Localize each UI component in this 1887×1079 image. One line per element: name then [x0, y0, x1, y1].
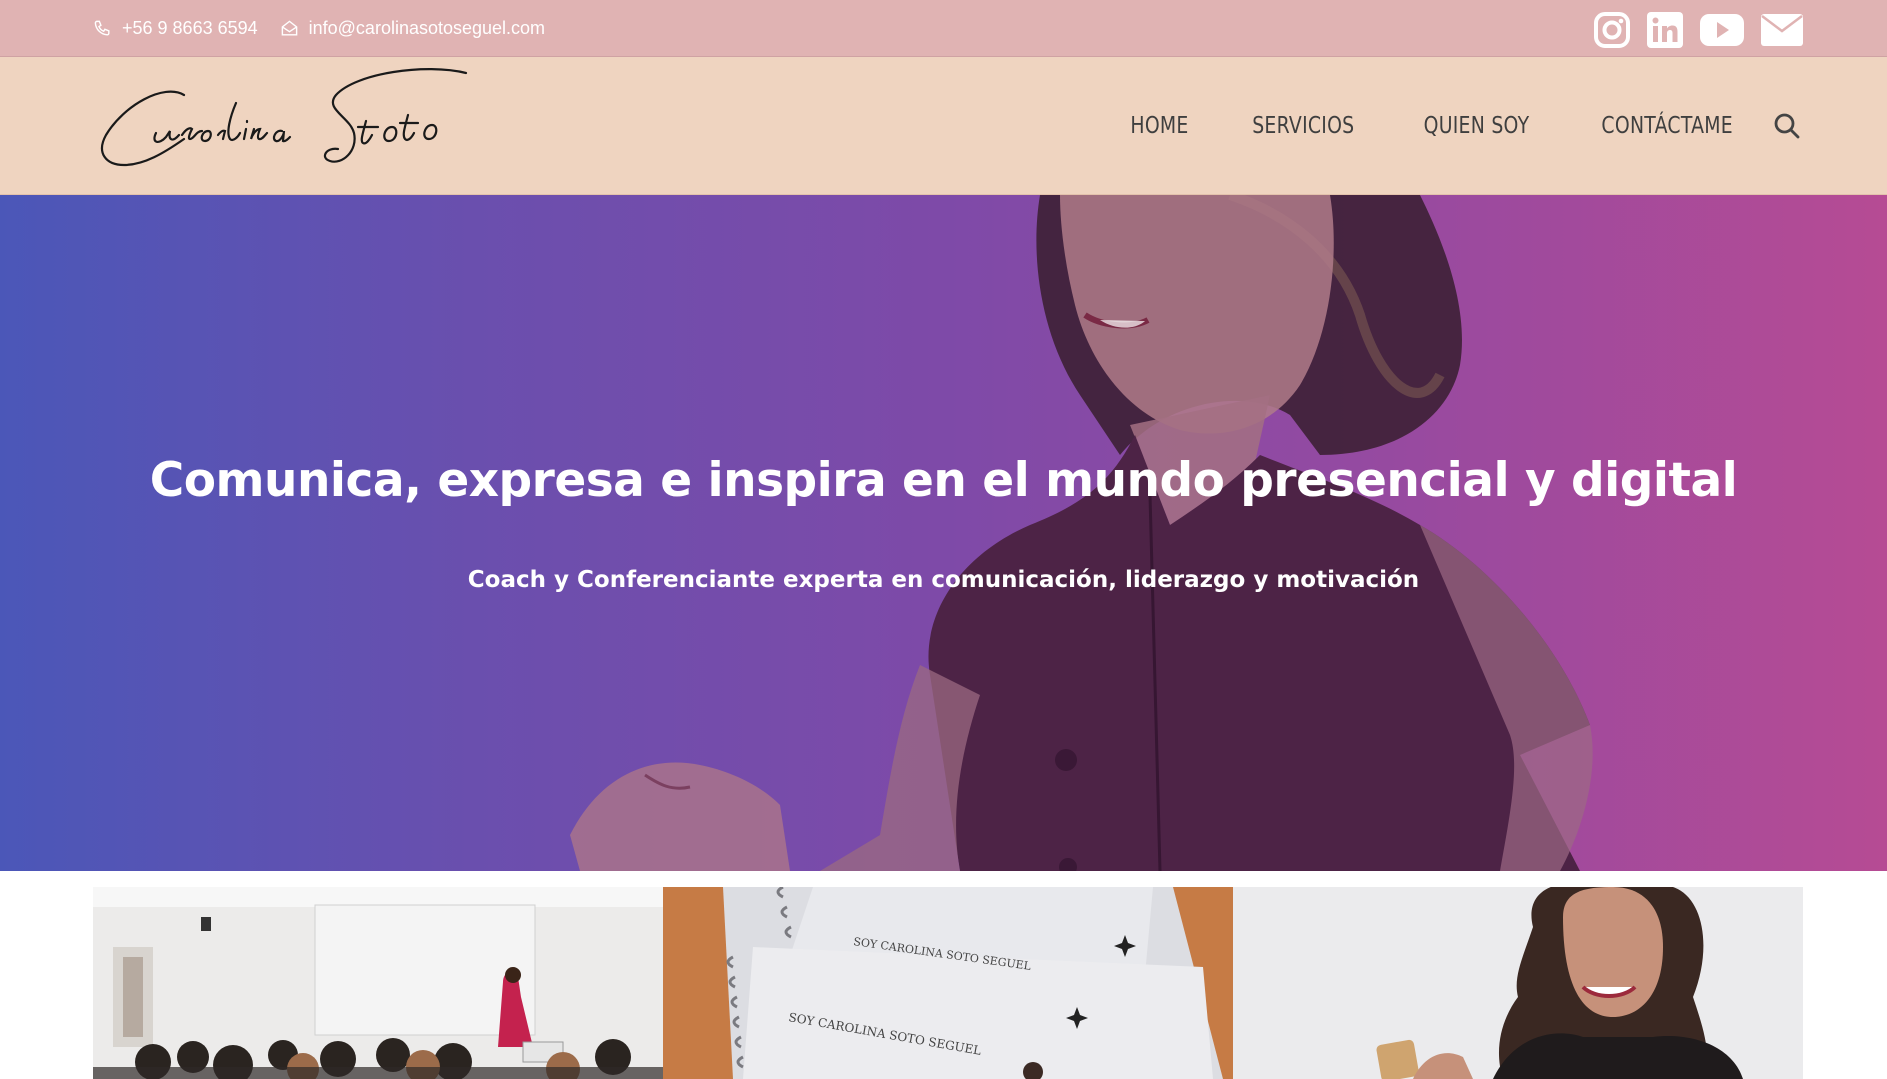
youtube-icon[interactable] — [1700, 14, 1744, 51]
email-link[interactable]: info@carolinasotoseguel.com — [280, 18, 545, 39]
nav-servicios[interactable]: SERVICIOS — [1252, 113, 1354, 139]
phone-link[interactable]: +56 9 8663 6594 — [93, 18, 258, 39]
phone-number: +56 9 8663 6594 — [122, 18, 258, 38]
hero-title: Comunica, expresa e inspira en el mundo … — [149, 453, 1738, 508]
contact-info: +56 9 8663 6594 info@carolinasotoseguel.… — [93, 0, 545, 57]
feature-cards: SOY CAROLINA SOTO SEGUEL SOY CAROLINA SO… — [93, 887, 1803, 1079]
notebook-photo: SOY CAROLINA SOTO SEGUEL SOY CAROLINA SO… — [663, 887, 1233, 1079]
logo[interactable] — [96, 63, 476, 185]
social-links — [1594, 12, 1803, 53]
portrait-photo — [1233, 887, 1803, 1079]
top-bar: +56 9 8663 6594 info@carolinasotoseguel.… — [0, 0, 1887, 57]
nav-contactame[interactable]: CONTÁCTAME — [1601, 113, 1733, 139]
card-portrait[interactable] — [1233, 887, 1803, 1079]
mail-icon[interactable] — [1761, 14, 1803, 51]
nav-quien-soy[interactable]: QUIEN SOY — [1423, 113, 1529, 139]
card-notebook[interactable]: SOY CAROLINA SOTO SEGUEL SOY CAROLINA SO… — [663, 887, 1233, 1079]
main-nav: HOME SERVICIOS QUIEN SOY CONTÁCTAME — [1124, 57, 1747, 195]
conference-photo — [93, 887, 663, 1079]
nav-home[interactable]: HOME — [1130, 113, 1188, 139]
linkedin-icon[interactable] — [1647, 12, 1683, 53]
phone-icon — [94, 20, 110, 36]
hero-banner: Comunica, expresa e inspira en el mundo … — [0, 195, 1887, 871]
hero-portrait-image — [570, 195, 1593, 871]
search-icon[interactable] — [1772, 111, 1802, 141]
card-conference[interactable] — [93, 887, 663, 1079]
hero-subtitle: Coach y Conferenciante experta en comuni… — [467, 567, 1420, 593]
instagram-icon[interactable] — [1594, 12, 1630, 53]
site-header: HOME SERVICIOS QUIEN SOY CONTÁCTAME — [0, 57, 1887, 195]
envelope-open-icon — [281, 20, 297, 36]
email-address: info@carolinasotoseguel.com — [308, 18, 546, 38]
